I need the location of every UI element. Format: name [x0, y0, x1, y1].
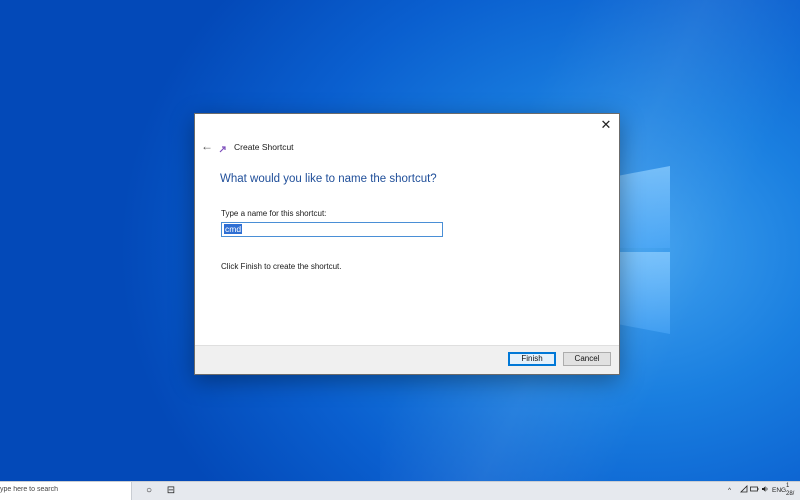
search-placeholder: ype here to search: [0, 486, 58, 493]
language-indicator[interactable]: ENG: [772, 485, 786, 497]
create-shortcut-dialog: ✕ ← Create Shortcut What would you like …: [194, 113, 620, 375]
dialog-footer: Finish Cancel: [195, 345, 619, 374]
shortcut-name-input[interactable]: cmd: [221, 222, 443, 237]
battery-icon[interactable]: [750, 485, 759, 498]
clock-date: 28/: [786, 491, 795, 497]
dialog-title-row: Create Shortcut: [219, 140, 294, 154]
taskbar: ype here to search ○ ⊟ ^ ENG 1 28/: [0, 481, 800, 500]
network-icon[interactable]: [740, 485, 748, 498]
finish-button[interactable]: Finish: [508, 352, 556, 366]
volume-icon[interactable]: [761, 485, 769, 498]
windows-logo-pane-bottom: [618, 252, 670, 334]
back-arrow-icon[interactable]: ←: [199, 138, 215, 154]
dialog-heading: What would you like to name the shortcut…: [220, 173, 437, 185]
cancel-button[interactable]: Cancel: [563, 352, 611, 366]
taskbar-search-box[interactable]: ype here to search: [0, 482, 132, 500]
windows-logo-pane-top: [618, 166, 670, 248]
clock-time: 1: [786, 483, 790, 489]
desktop: ✕ ← Create Shortcut What would you like …: [0, 0, 800, 500]
clock[interactable]: 1 28/: [786, 482, 800, 498]
show-hidden-icons-chevron[interactable]: ^: [728, 485, 731, 497]
finish-instruction-text: Click Finish to create the shortcut.: [221, 262, 342, 271]
task-view-icon[interactable]: ⊟: [164, 484, 178, 498]
shortcut-name-value: cmd: [224, 224, 243, 234]
cortana-icon[interactable]: ○: [142, 484, 156, 498]
shortcut-arrow-icon: [219, 145, 227, 153]
dialog-title: Create Shortcut: [234, 142, 294, 152]
close-icon[interactable]: ✕: [597, 116, 615, 134]
shortcut-name-label: Type a name for this shortcut:: [221, 209, 327, 218]
